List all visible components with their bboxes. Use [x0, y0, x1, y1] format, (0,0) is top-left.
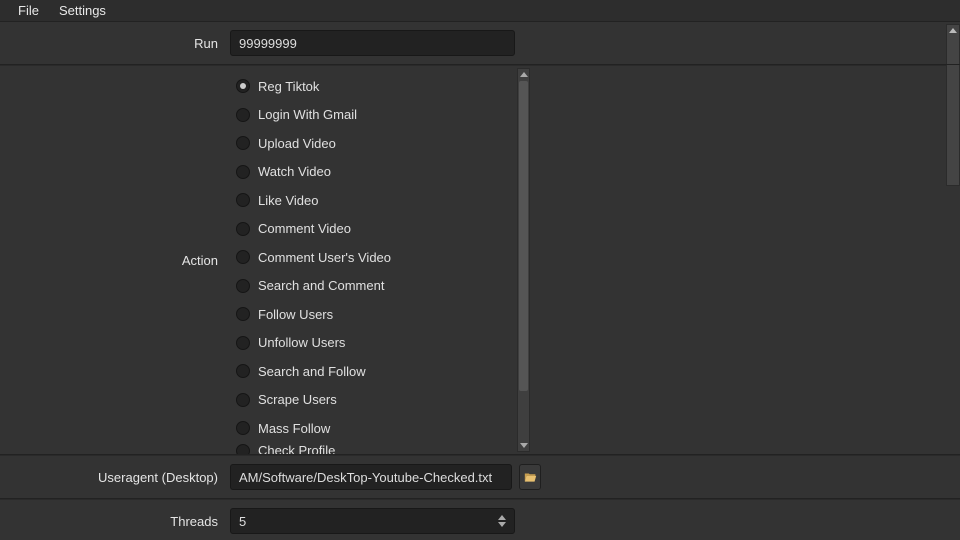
action-option-label: Comment Video [258, 221, 351, 236]
radio-icon [236, 364, 250, 378]
threads-input[interactable] [230, 508, 515, 534]
radio-icon [236, 108, 250, 122]
radio-icon [236, 250, 250, 264]
action-option-label: Search and Comment [258, 278, 384, 293]
action-option-label: Watch Video [258, 164, 331, 179]
radio-icon [236, 136, 250, 150]
action-option-label: Follow Users [258, 307, 333, 322]
threads-spinner[interactable] [494, 509, 514, 533]
folder-open-icon [524, 471, 537, 484]
useragent-input[interactable] [230, 464, 512, 490]
action-option[interactable]: Search and Follow [230, 357, 530, 386]
action-option[interactable]: Check Profile [230, 443, 530, 455]
action-list: Reg Tiktok Login With Gmail Upload Video Wa… [230, 66, 530, 454]
radio-icon [236, 421, 250, 435]
action-option-label: Check Profile [258, 443, 335, 454]
chevron-up-icon [498, 515, 506, 520]
action-option[interactable]: Mass Follow [230, 414, 530, 443]
radio-icon [236, 79, 250, 93]
action-option[interactable]: Comment User's Video [230, 243, 530, 272]
radio-icon [236, 336, 250, 350]
radio-icon [236, 307, 250, 321]
chevron-down-icon [498, 522, 506, 527]
action-option[interactable]: Like Video [230, 186, 530, 215]
useragent-label: Useragent (Desktop) [0, 470, 230, 485]
action-option-label: Unfollow Users [258, 335, 345, 350]
action-label: Action [0, 253, 230, 268]
action-scrollbar[interactable] [517, 68, 530, 452]
action-option[interactable]: Unfollow Users [230, 329, 530, 358]
browse-button[interactable] [519, 464, 541, 490]
menu-settings[interactable]: Settings [49, 1, 116, 20]
action-option[interactable]: Search and Comment [230, 272, 530, 301]
radio-icon [236, 444, 250, 455]
action-option-label: Upload Video [258, 136, 336, 151]
action-option-label: Search and Follow [258, 364, 366, 379]
run-input[interactable] [230, 30, 515, 56]
action-row: Action Reg Tiktok Login With Gmail Upload … [0, 65, 960, 455]
useragent-row: Useragent (Desktop) [0, 455, 960, 499]
scrollbar-thumb[interactable] [519, 81, 528, 391]
radio-icon [236, 222, 250, 236]
action-option-label: Comment User's Video [258, 250, 391, 265]
action-option-label: Like Video [258, 193, 318, 208]
threads-label: Threads [0, 514, 230, 529]
action-option[interactable]: Follow Users [230, 300, 530, 329]
action-option-label: Mass Follow [258, 421, 330, 436]
action-option-label: Reg Tiktok [258, 79, 319, 94]
threads-row: Threads [0, 499, 960, 540]
run-row: Run [0, 22, 960, 65]
action-option[interactable]: Login With Gmail [230, 101, 530, 130]
action-option[interactable]: Upload Video [230, 129, 530, 158]
radio-icon [236, 279, 250, 293]
scroll-up-icon [520, 72, 528, 77]
radio-icon [236, 193, 250, 207]
action-option[interactable]: Comment Video [230, 215, 530, 244]
menubar: File Settings [0, 0, 960, 22]
action-option[interactable]: Watch Video [230, 158, 530, 187]
run-label: Run [0, 36, 230, 51]
scroll-down-icon [520, 443, 528, 448]
radio-icon [236, 165, 250, 179]
action-option[interactable]: Scrape Users [230, 386, 530, 415]
radio-icon [236, 393, 250, 407]
main-panel: Run Action Reg Tiktok Login With Gmail Upl… [0, 22, 960, 540]
menu-file[interactable]: File [8, 1, 49, 20]
action-option[interactable]: Reg Tiktok [230, 72, 530, 101]
action-option-label: Scrape Users [258, 392, 337, 407]
action-option-label: Login With Gmail [258, 107, 357, 122]
